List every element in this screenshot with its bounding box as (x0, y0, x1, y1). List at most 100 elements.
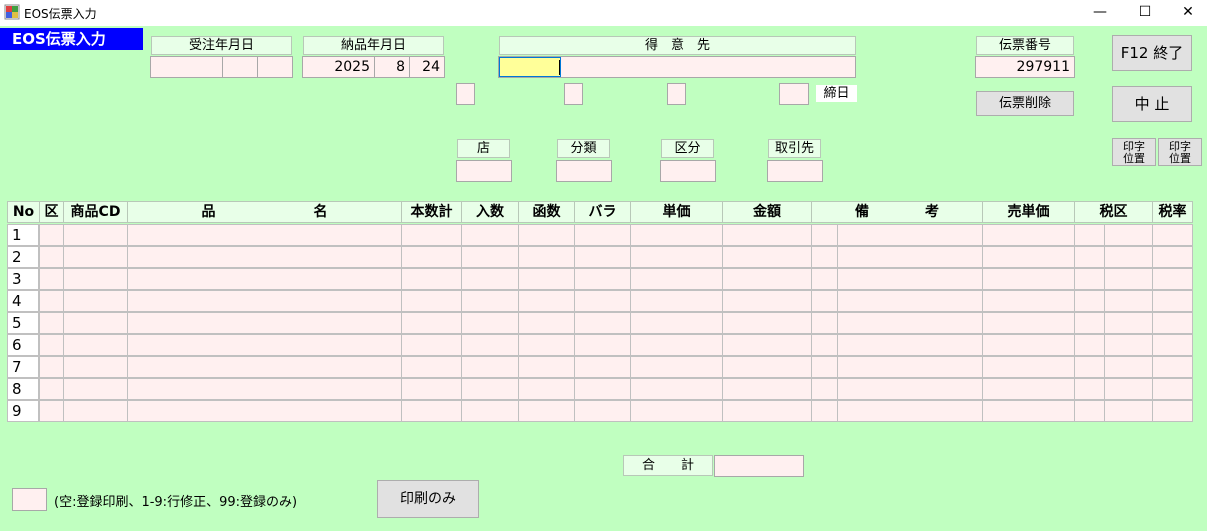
small-box-3[interactable] (667, 83, 686, 105)
print-position-button-2[interactable]: 印字 位置 (1158, 138, 1202, 166)
cell-product-name[interactable] (127, 246, 402, 268)
cell-sell-price[interactable] (982, 290, 1075, 312)
maximize-button[interactable]: ☐ (1122, 0, 1168, 26)
cell-loose-qty[interactable] (574, 246, 631, 268)
cell-kubun[interactable] (39, 312, 64, 334)
cell-loose-qty[interactable] (574, 356, 631, 378)
cell-unit-price[interactable] (630, 290, 723, 312)
cell-amount[interactable] (722, 334, 812, 356)
cell-case-qty[interactable] (518, 312, 575, 334)
cell-case-qty[interactable] (518, 334, 575, 356)
cell-loose-qty[interactable] (574, 268, 631, 290)
cell-loose-qty[interactable] (574, 312, 631, 334)
order-year-field[interactable] (150, 56, 223, 78)
order-day-field[interactable] (257, 56, 293, 78)
cell-product-cd[interactable] (63, 356, 128, 378)
cell-product-cd[interactable] (63, 224, 128, 246)
cell-unit-price[interactable] (630, 312, 723, 334)
cell-product-cd[interactable] (63, 378, 128, 400)
cell-tax-rate[interactable] (1152, 334, 1193, 356)
cell-total-qty[interactable] (401, 378, 462, 400)
cell-case-qty[interactable] (518, 290, 575, 312)
cell-product-name[interactable] (127, 290, 402, 312)
cell-tax-kubun[interactable] (1074, 290, 1153, 312)
cell-product-name[interactable] (127, 268, 402, 290)
cancel-button[interactable]: 中 止 (1112, 86, 1192, 122)
customer-code-input[interactable] (499, 57, 561, 77)
cell-unit-price[interactable] (630, 224, 723, 246)
cell-product-cd[interactable] (63, 246, 128, 268)
cell-unit-price[interactable] (630, 356, 723, 378)
cell-product-name[interactable] (127, 400, 402, 422)
cell-total-qty[interactable] (401, 246, 462, 268)
cell-tax-kubun[interactable] (1074, 246, 1153, 268)
mode-input[interactable] (12, 488, 47, 511)
cell-tax-rate[interactable] (1152, 312, 1193, 334)
cell-tax-rate[interactable] (1152, 246, 1193, 268)
cell-amount[interactable] (722, 312, 812, 334)
cell-loose-qty[interactable] (574, 334, 631, 356)
delivery-day-field[interactable]: 24 (409, 56, 445, 78)
cell-total-qty[interactable] (401, 356, 462, 378)
cell-tax-kubun[interactable] (1074, 312, 1153, 334)
delete-slip-button[interactable]: 伝票削除 (976, 91, 1074, 116)
cell-tax-rate[interactable] (1152, 224, 1193, 246)
cell-case-qty[interactable] (518, 378, 575, 400)
cell-sell-price[interactable] (982, 224, 1075, 246)
cell-amount[interactable] (722, 224, 812, 246)
cell-sell-price[interactable] (982, 378, 1075, 400)
cell-pack-qty[interactable] (461, 356, 519, 378)
cell-pack-qty[interactable] (461, 290, 519, 312)
cell-tax-rate[interactable] (1152, 356, 1193, 378)
order-month-field[interactable] (222, 56, 258, 78)
cell-tax-rate[interactable] (1152, 268, 1193, 290)
cell-case-qty[interactable] (518, 400, 575, 422)
cell-case-qty[interactable] (518, 224, 575, 246)
cell-tax-kubun[interactable] (1074, 268, 1153, 290)
cell-case-qty[interactable] (518, 246, 575, 268)
small-box-1[interactable] (456, 83, 475, 105)
cell-kubun[interactable] (39, 246, 64, 268)
cell-tax-kubun[interactable] (1074, 378, 1153, 400)
minimize-button[interactable]: — (1077, 0, 1123, 26)
cell-kubun[interactable] (39, 400, 64, 422)
cell-sell-price[interactable] (982, 356, 1075, 378)
cell-tax-rate[interactable] (1152, 400, 1193, 422)
cell-product-cd[interactable] (63, 268, 128, 290)
cell-kubun[interactable] (39, 378, 64, 400)
cell-sell-price[interactable] (982, 400, 1075, 422)
cell-tax-rate[interactable] (1152, 290, 1193, 312)
cell-sell-price[interactable] (982, 312, 1075, 334)
cell-kubun[interactable] (39, 268, 64, 290)
cell-product-name[interactable] (127, 224, 402, 246)
cell-product-cd[interactable] (63, 312, 128, 334)
cell-loose-qty[interactable] (574, 378, 631, 400)
cell-total-qty[interactable] (401, 268, 462, 290)
cell-pack-qty[interactable] (461, 312, 519, 334)
cell-product-name[interactable] (127, 378, 402, 400)
cell-amount[interactable] (722, 400, 812, 422)
trade-partner-field[interactable] (767, 160, 823, 182)
category-field[interactable] (556, 160, 612, 182)
cell-sell-price[interactable] (982, 246, 1075, 268)
slip-number-field[interactable]: 297911 (975, 56, 1075, 78)
cell-kubun[interactable] (39, 290, 64, 312)
cell-unit-price[interactable] (630, 268, 723, 290)
closing-day-field[interactable] (779, 83, 809, 105)
cell-pack-qty[interactable] (461, 246, 519, 268)
cell-sell-price[interactable] (982, 334, 1075, 356)
print-only-button[interactable]: 印刷のみ (377, 480, 479, 518)
cell-pack-qty[interactable] (461, 378, 519, 400)
cell-case-qty[interactable] (518, 268, 575, 290)
cell-product-cd[interactable] (63, 290, 128, 312)
cell-amount[interactable] (722, 268, 812, 290)
cell-tax-kubun[interactable] (1074, 400, 1153, 422)
print-position-button-1[interactable]: 印字 位置 (1112, 138, 1156, 166)
cell-total-qty[interactable] (401, 224, 462, 246)
cell-amount[interactable] (722, 290, 812, 312)
cell-case-qty[interactable] (518, 356, 575, 378)
cell-kubun[interactable] (39, 224, 64, 246)
cell-amount[interactable] (722, 246, 812, 268)
cell-total-qty[interactable] (401, 400, 462, 422)
delivery-month-field[interactable]: 8 (374, 56, 410, 78)
